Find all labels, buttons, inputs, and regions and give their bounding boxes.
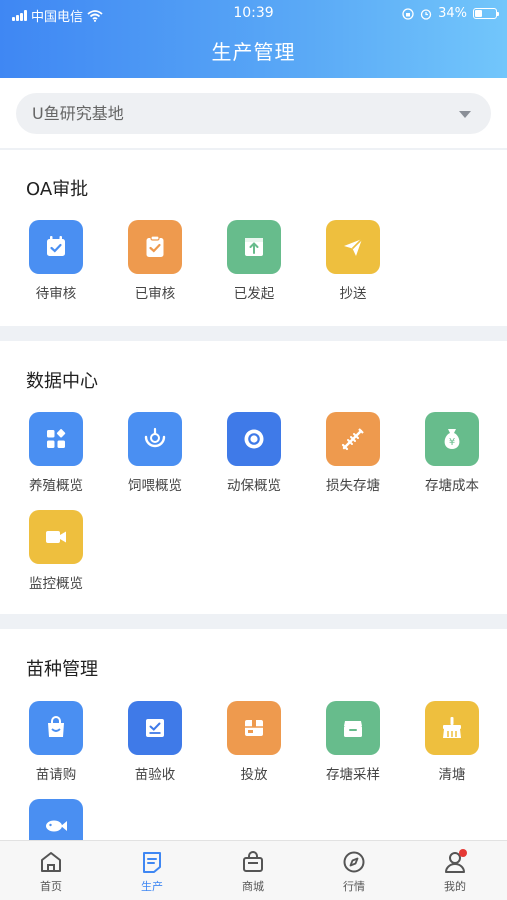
oa-item-cc[interactable]: 抄送 [313, 220, 393, 302]
seed-item-label: 投放 [240, 767, 268, 783]
package-icon [227, 701, 281, 755]
paper-plane-icon [326, 220, 380, 274]
section-data-center: 数据中心 养殖概览 饲喂概览 动保概览 损失存塘 ¥ 存塘成本 监控概览 [0, 341, 507, 614]
battery-percent: 34% [438, 6, 467, 21]
feed-icon [128, 412, 182, 466]
status-bar: 中国电信 10:39 34% [0, 5, 507, 25]
document-icon [143, 852, 161, 873]
seed-item-label: 苗请购 [35, 767, 77, 783]
data-item-label: 饲喂概览 [128, 478, 182, 494]
svg-text:¥: ¥ [449, 437, 455, 448]
seed-item-label: 苗验收 [134, 767, 176, 783]
rotation-lock-icon [402, 7, 414, 20]
seed-item-purchase[interactable]: 苗请购 [16, 701, 96, 783]
section-oa: OA审批 待审核 已审核 已发起 抄送 [0, 150, 507, 326]
oa-item-initiated[interactable]: 已发起 [214, 220, 294, 302]
data-item-label: 养殖概览 [29, 478, 83, 494]
data-item-label: 损失存塘 [326, 478, 380, 494]
seed-item-acceptance[interactable]: 苗验收 [115, 701, 195, 783]
data-item-feeding[interactable]: 饲喂概览 [115, 412, 195, 494]
upload-box-icon [227, 220, 281, 274]
oa-item-approved[interactable]: 已审核 [115, 220, 195, 302]
data-item-cost[interactable]: ¥ 存塘成本 [412, 412, 492, 494]
seed-item-sampling[interactable]: 存塘采样 [313, 701, 393, 783]
data-item-label: 监控概览 [29, 576, 83, 592]
tab-label: 首页 [40, 880, 62, 893]
tab-mall[interactable]: 商城 [213, 849, 293, 894]
data-item-health[interactable]: 动保概览 [214, 412, 294, 494]
data-item-label: 存塘成本 [425, 478, 479, 494]
tab-mine[interactable]: 我的 [415, 849, 495, 894]
tab-label: 行情 [343, 880, 365, 893]
page-title: 生产管理 [211, 40, 296, 64]
seed-item-stocking[interactable]: 投放 [214, 701, 294, 783]
bottom-tab-bar: 首页 生产 商城 行情 我的 [0, 840, 507, 900]
shop-basket-icon [243, 851, 263, 872]
tab-label: 我的 [444, 880, 466, 893]
broom-icon [425, 701, 479, 755]
chevron-down-icon [459, 111, 471, 118]
tab-home[interactable]: 首页 [11, 849, 91, 894]
notification-badge [459, 849, 467, 857]
oa-item-label: 已审核 [134, 286, 176, 302]
tab-label: 商城 [242, 880, 264, 893]
data-item-loss[interactable]: 损失存塘 [313, 412, 393, 494]
base-select-value: U鱼研究基地 [32, 104, 124, 123]
oa-item-label: 抄送 [339, 286, 367, 302]
battery-icon [473, 8, 499, 19]
seed-item-clearing[interactable]: 清塘 [412, 701, 492, 783]
seed-item-label: 清塘 [438, 767, 466, 783]
data-item-monitor[interactable]: 监控概览 [16, 510, 96, 592]
clipboard-check-icon [128, 220, 182, 274]
selector-section: U鱼研究基地 [0, 78, 507, 148]
fish-bone-icon [326, 412, 380, 466]
section-title-seed: 苗种管理 [26, 659, 98, 680]
video-camera-icon [29, 510, 83, 564]
oa-item-label: 待审核 [35, 286, 77, 302]
alarm-icon [420, 8, 432, 20]
tab-label: 生产 [141, 880, 163, 893]
section-title-oa: OA审批 [26, 179, 89, 200]
oa-item-pending[interactable]: 待审核 [16, 220, 96, 302]
tab-production[interactable]: 生产 [112, 849, 192, 894]
compass-icon [343, 851, 365, 873]
calendar-check-icon [29, 220, 83, 274]
section-title-data: 数据中心 [26, 371, 98, 392]
grid-icon [29, 412, 83, 466]
money-bag-icon: ¥ [425, 412, 479, 466]
storage-box-icon [326, 701, 380, 755]
section-seed: 苗种管理 苗请购 苗验收 投放 存塘采样 清塘 [0, 629, 507, 853]
home-icon [41, 852, 61, 872]
header-bar: 中国电信 10:39 34% 生产管理 [0, 0, 507, 78]
check-tray-icon [128, 701, 182, 755]
data-item-farming[interactable]: 养殖概览 [16, 412, 96, 494]
base-select-dropdown[interactable]: U鱼研究基地 [16, 93, 491, 134]
tab-market[interactable]: 行情 [314, 849, 394, 894]
oa-item-label: 已发起 [233, 286, 275, 302]
ring-icon [227, 412, 281, 466]
shopping-bag-icon [29, 701, 83, 755]
seed-item-label: 存塘采样 [326, 767, 380, 783]
data-item-label: 动保概览 [227, 478, 281, 494]
